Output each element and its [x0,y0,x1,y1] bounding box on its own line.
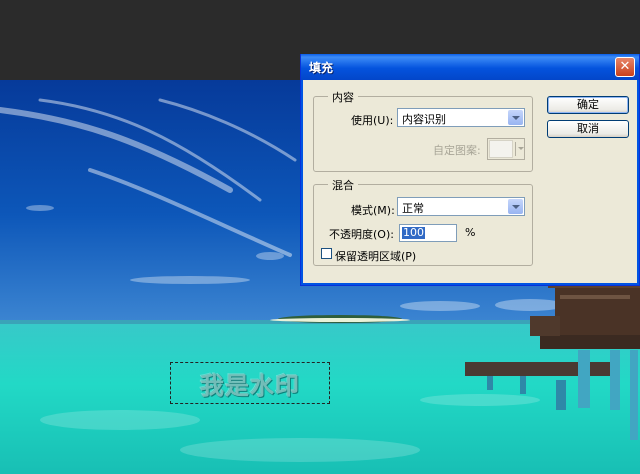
mode-label: 模式(M): [351,204,395,217]
ok-button[interactable]: 确定 [547,96,629,114]
cancel-button[interactable]: 取消 [547,120,629,138]
mode-select[interactable]: 正常 [397,197,525,216]
watermark-text: 我是水印 [200,371,300,400]
chevron-down-icon[interactable] [508,199,523,214]
dialog-titlebar[interactable]: 填充 ✕ [301,54,639,80]
content-group-legend: 内容 [328,89,358,105]
opacity-unit: % [465,226,476,239]
dialog-title: 填充 [309,61,334,75]
pattern-swatch [489,140,513,158]
preserve-transparency-label[interactable]: 保留透明区域(P) [335,248,416,264]
use-select-value: 内容识别 [402,113,446,126]
use-select[interactable]: 内容识别 [397,108,525,127]
pattern-picker[interactable] [487,138,525,160]
preserve-transparency-checkbox[interactable] [321,248,332,259]
close-button[interactable]: ✕ [615,57,635,77]
mode-select-value: 正常 [402,202,424,215]
close-icon: ✕ [619,59,631,74]
watermark-selection[interactable]: 我是水印 [170,362,330,404]
chevron-down-icon [518,147,524,150]
opacity-input[interactable]: 100 [399,224,457,242]
fill-dialog: 填充 ✕ 内容 使用(U): 内容识别 自定图案: 混合 模式(M): 正常 不… [300,54,640,286]
opacity-label: 不透明度(O): [329,228,394,241]
opacity-input-value: 100 [402,226,425,239]
pattern-label: 自定图案: [433,144,481,157]
chevron-down-icon[interactable] [508,110,523,125]
blend-group-legend: 混合 [328,177,358,193]
use-label: 使用(U): [351,114,394,127]
